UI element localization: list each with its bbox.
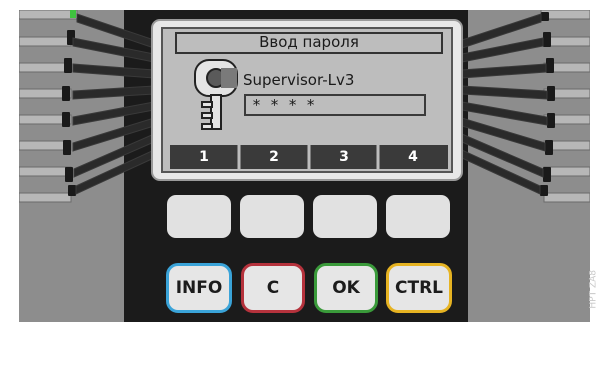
function-key-1[interactable] [167,195,231,238]
softkey-4[interactable]: 4 [379,147,447,167]
info-button[interactable]: INFO [166,263,232,313]
c-button[interactable]: C [241,263,305,313]
softkey-1[interactable]: 1 [170,147,238,167]
softkey-3[interactable]: 3 [310,147,378,167]
user-level: Supervisor-Lv3 [243,71,355,89]
screen-title: Ввод пароля [259,33,359,51]
function-key-4[interactable] [386,195,450,238]
key-icon [194,59,238,130]
function-key-2[interactable] [240,195,304,238]
ctrl-button[interactable]: CTRL [386,263,452,313]
softkey-2[interactable]: 2 [240,147,308,167]
function-key-3[interactable] [313,195,377,238]
ok-button[interactable]: OK [314,263,378,313]
side-note: HPT ZA8 [589,270,597,309]
password-field[interactable]: * * * * [244,94,426,116]
